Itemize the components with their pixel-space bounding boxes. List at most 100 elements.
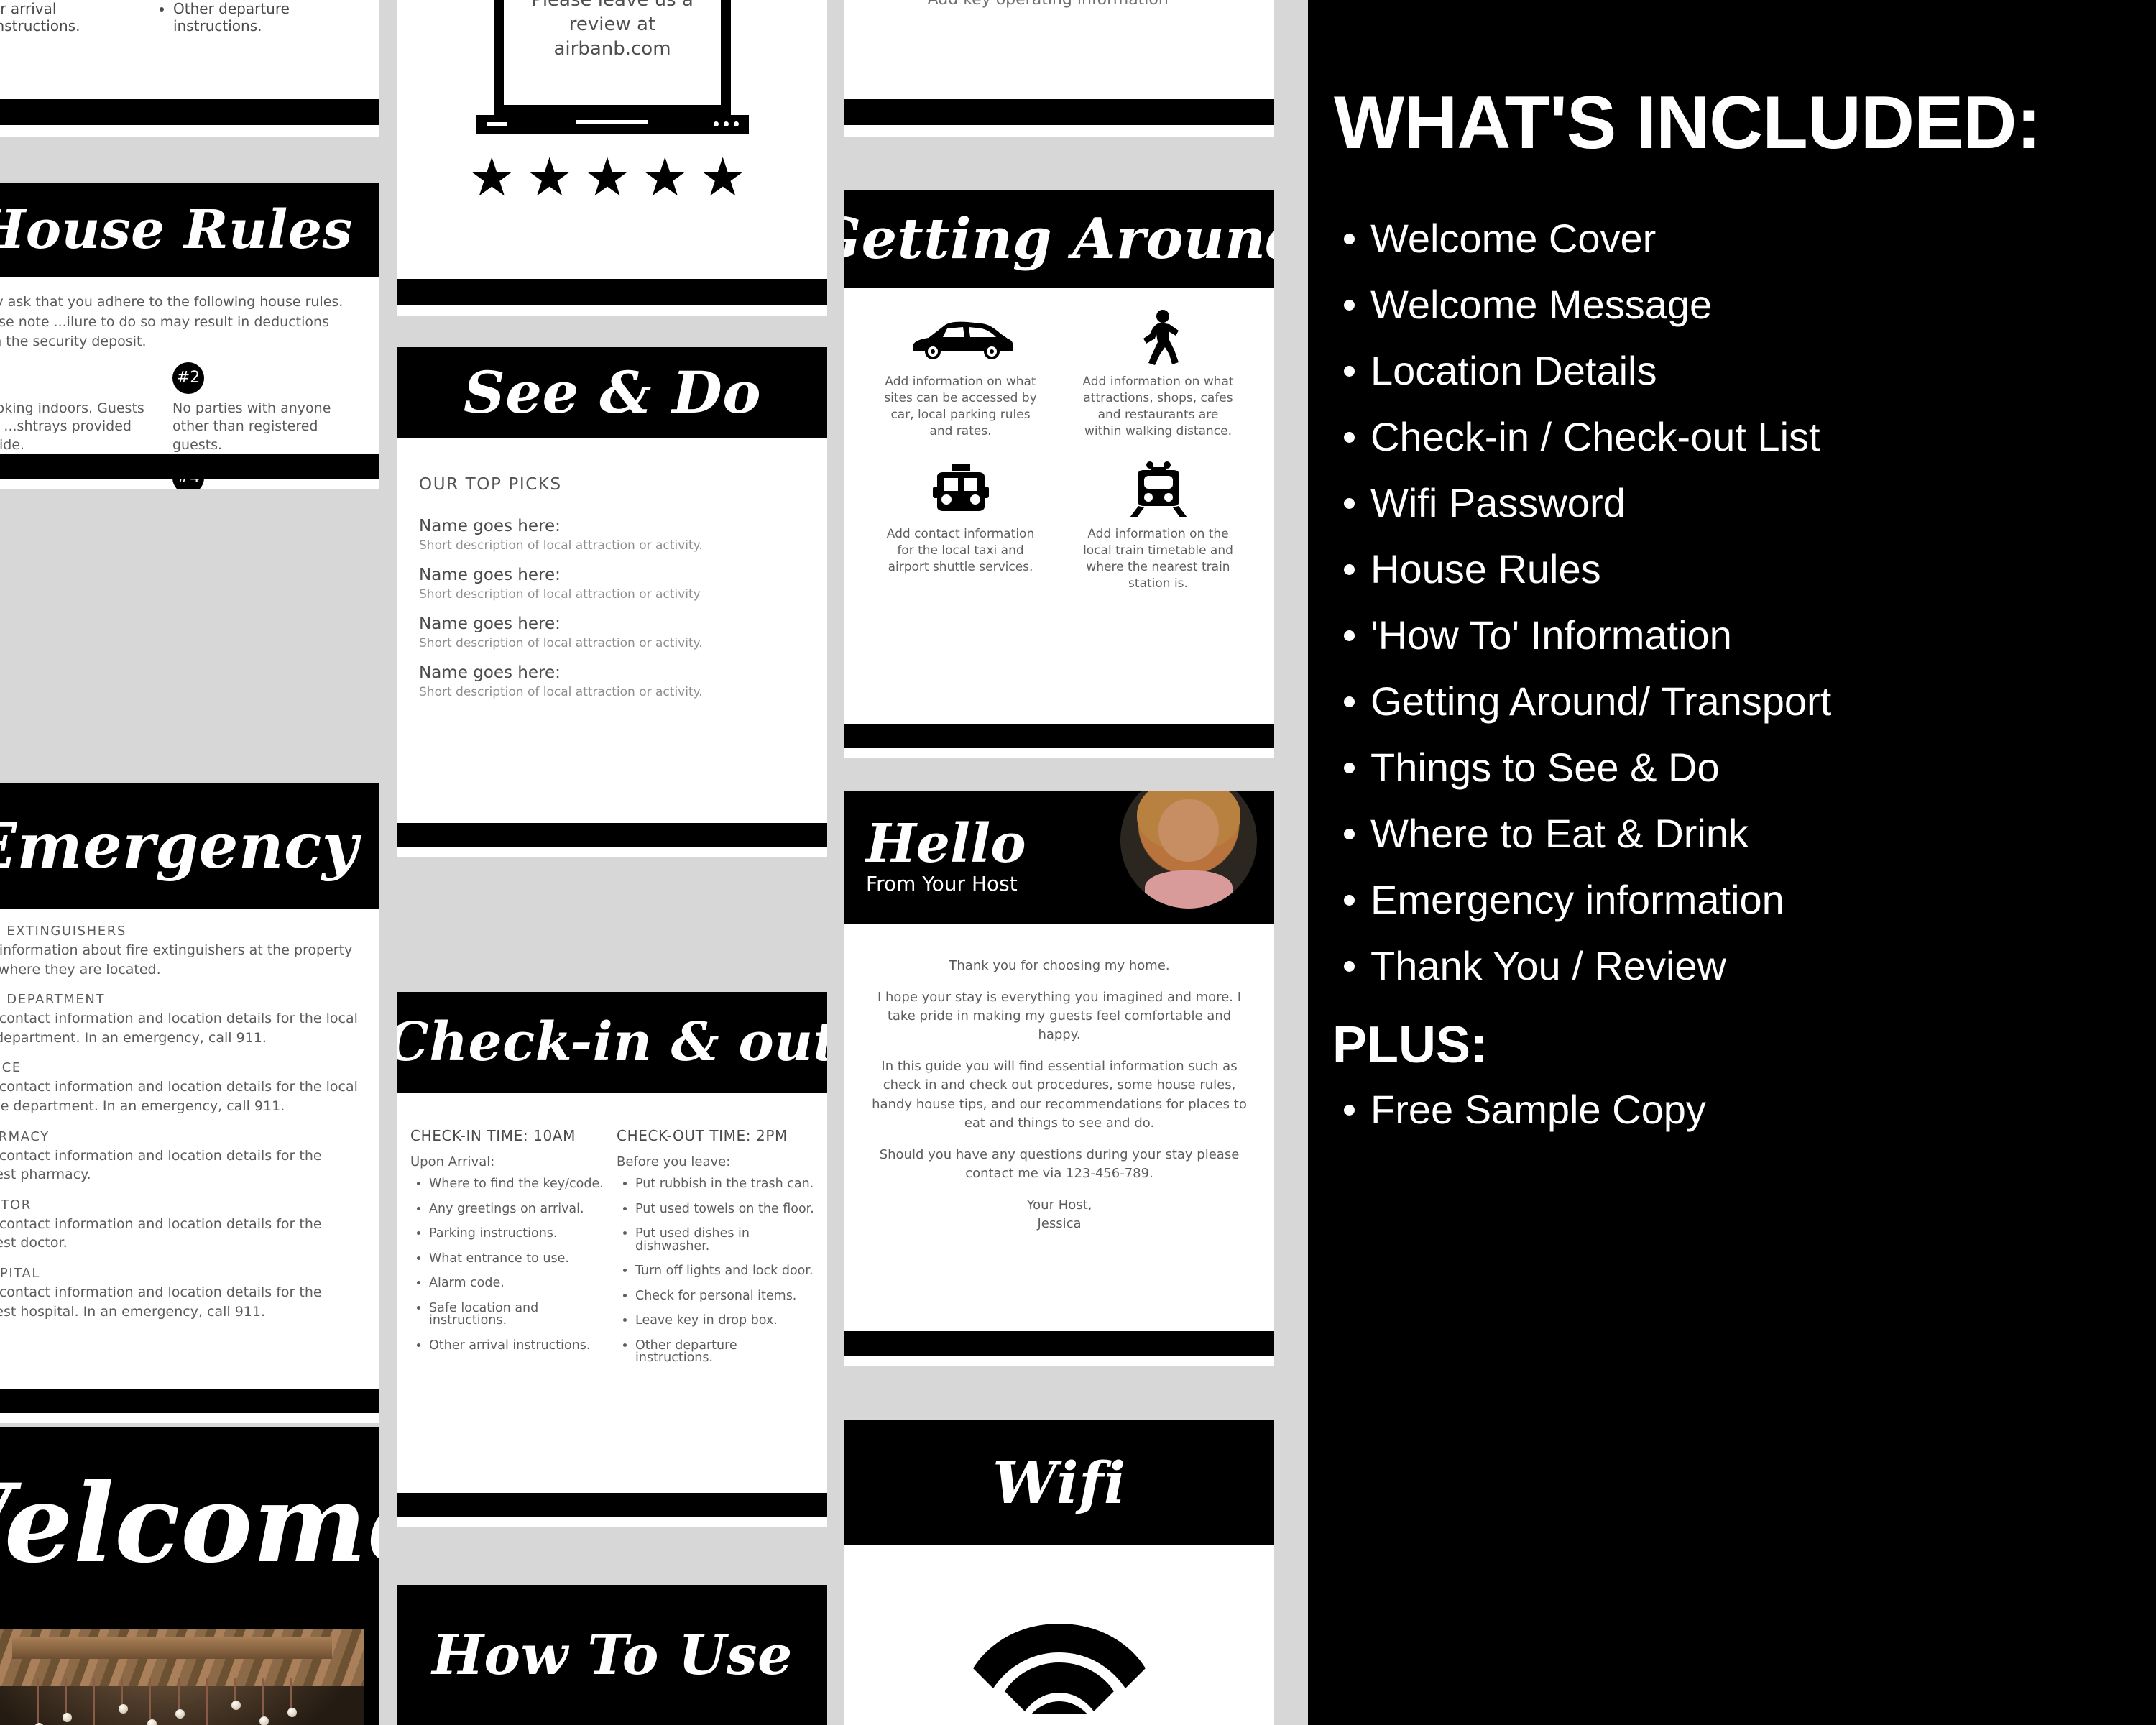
transport-cell-walking: Add information on what attractions, sho…	[1059, 309, 1257, 440]
check-out-lead: Before you leave:	[617, 1154, 731, 1169]
bullet-icon	[1344, 498, 1355, 509]
item-label: Location Details	[1370, 348, 1657, 393]
avatar-body	[1145, 870, 1233, 908]
bullet-icon	[1344, 366, 1355, 377]
list-item: Alarm code.	[429, 1276, 608, 1290]
car-icon	[862, 309, 1059, 367]
house-rules-title: House Rules	[0, 199, 353, 261]
list-item: Name goes here: Short description of loc…	[419, 566, 806, 602]
item-label: House Rules	[1370, 546, 1601, 592]
emergency-body: FIRE EXTINGUISHERS Add information about…	[0, 909, 379, 1321]
how-to-use-header-band: How To Use	[397, 1585, 827, 1725]
check-in-column: CHECK-IN TIME: 10AM Upon Arrival: Where …	[410, 1127, 608, 1377]
entry-label: FIRE DEPARTMENT	[0, 992, 106, 1008]
entry-text: Add contact information and location det…	[0, 1215, 322, 1251]
transport-cell-car: Add information on what sites can be acc…	[862, 309, 1059, 440]
entry-text: Add contact information and location det…	[0, 1284, 322, 1320]
card-check-in-out: Check-in & out CHECK-IN TIME: 10AM Upon …	[397, 992, 827, 1527]
list-item: Put used towels on the floor.	[635, 1202, 814, 1216]
item-number: 5.	[877, 0, 913, 5]
check-in-out-columns: CHECK-IN TIME: 10AM Upon Arrival: Where …	[397, 1092, 827, 1377]
list-item: What entrance to use.	[429, 1252, 608, 1266]
entry-label: POLICE	[0, 1060, 22, 1076]
check-in-list: Where to find the key/code. Any greeting…	[429, 1177, 608, 1352]
list-item: Parking instructions.	[429, 1227, 608, 1241]
item-label: Wifi Password	[1370, 480, 1626, 525]
pick-name: Name goes here:	[419, 615, 561, 633]
list-item: Things to See & Do	[1344, 742, 2156, 793]
list-item: Other departure instructions.	[635, 1339, 814, 1365]
card-footer-bar	[0, 99, 379, 125]
bullet-icon	[1344, 763, 1355, 773]
entry-label: HOSPITAL	[0, 1265, 41, 1281]
list-item: Any greetings on arrival.	[429, 1202, 608, 1216]
card-welcome-cover: Welcome	[0, 1427, 379, 1725]
bullet-icon	[1344, 630, 1355, 641]
check-in-lead: Upon Arrival:	[410, 1154, 495, 1169]
host-signoff: Your Host,	[1026, 1197, 1092, 1213]
item-label: Emergency information	[1370, 877, 1784, 922]
card-footer-bar	[397, 1493, 827, 1517]
included-list: Welcome Cover Welcome Message Location D…	[1344, 213, 2156, 991]
bullet-icon	[1344, 829, 1355, 840]
taxi-icon	[862, 461, 1059, 519]
list-item: Thank You / Review	[1344, 941, 2156, 991]
list-item: Put rubbish in the trash can.	[635, 1177, 814, 1191]
host-name: Jessica	[1037, 1216, 1082, 1232]
card-footer-bar	[844, 1331, 1274, 1356]
list-item: Location Details	[1344, 346, 2156, 396]
list-item: Check-in / Check-out List	[1344, 412, 2156, 462]
card-thank-you-review: Please leave us a review at airbanb.com …	[397, 0, 827, 316]
house-rules-intro: ...dly ask that you adhere to the follow…	[0, 294, 344, 350]
item-label: Thank You / Review	[1370, 943, 1726, 988]
rule-item: ...moking indoors. Guests may ...shtrays…	[0, 362, 155, 455]
rule-text: ...moking indoors. Guests may ...shtrays…	[0, 400, 144, 453]
welcome-photo	[0, 1629, 364, 1725]
check-out-column: CHECK-OUT TIME: 2PM Before you leave: Pu…	[617, 1127, 814, 1377]
emergency-entry: DOCTOR Add contact information and locat…	[0, 1197, 359, 1253]
train-icon	[1059, 461, 1257, 519]
card-wifi: Wifi	[844, 1420, 1274, 1725]
card-checkin-tail: er arrival instructions. Other departure…	[0, 0, 379, 137]
welcome-title: Welcome	[0, 1460, 379, 1587]
bullet-icon	[1344, 300, 1355, 310]
item-label: Welcome Message	[1370, 282, 1713, 327]
plus-heading: PLUS:	[1332, 1016, 1488, 1074]
host-paragraph: I hope your stay is everything you imagi…	[877, 990, 1242, 1043]
transport-grid: Add information on what sites can be acc…	[844, 288, 1274, 592]
wifi-title: Wifi	[992, 1448, 1126, 1517]
card-footer-bar	[0, 454, 379, 479]
pick-name: Name goes here:	[419, 566, 561, 584]
list-item: Wifi Password	[1344, 478, 2156, 528]
list-item: Leave key in drop box.	[635, 1314, 814, 1328]
laptop-dash	[487, 122, 507, 126]
checkin-tail-lists: er arrival instructions. Other departure…	[0, 0, 379, 34]
list-item: 'How To' Information	[1344, 610, 2156, 661]
panel-heading: WHAT'S INCLUDED:	[1334, 81, 2041, 165]
laptop-screen: Please leave us a review at airbanb.com	[494, 0, 731, 115]
wifi-header-band: Wifi	[844, 1420, 1274, 1545]
list-item: Welcome Cover	[1344, 213, 2156, 264]
host-paragraph: Thank you for choosing my home.	[949, 958, 1170, 973]
card-how-to-use: How To Use	[397, 1585, 827, 1725]
see-and-do-title: See & Do	[463, 359, 762, 426]
item-label: Welcome Cover	[1370, 216, 1657, 261]
bullet-icon	[1344, 234, 1355, 244]
list-item: Check for personal items.	[635, 1289, 814, 1303]
avatar-face	[1158, 799, 1219, 862]
whats-included-panel: WHAT'S INCLUDED: Welcome Cover Welcome M…	[1308, 0, 2156, 1725]
card-see-and-do: See & Do OUR TOP PICKS Name goes here: S…	[397, 347, 827, 857]
pick-name: Name goes here:	[419, 517, 561, 535]
rule-badge: #2	[172, 362, 204, 394]
card-footer-bar	[844, 99, 1274, 125]
entry-text: Add contact information and location det…	[0, 1147, 322, 1183]
entry-label: DOCTOR	[0, 1197, 32, 1213]
bullet-icon	[1344, 961, 1355, 972]
extra-list: Free Sample Copy	[1344, 1085, 2156, 1135]
see-and-do-header-band: See & Do	[397, 347, 827, 438]
list-item: Name goes here: Short description of loc…	[419, 615, 806, 650]
card-emergency: Emergency FIRE EXTINGUISHERS Add informa…	[0, 783, 379, 1423]
emergency-entry: POLICE Add contact information and locat…	[0, 1060, 359, 1116]
laptop-notch	[576, 120, 648, 124]
list-item: Free Sample Copy	[1344, 1085, 2156, 1135]
